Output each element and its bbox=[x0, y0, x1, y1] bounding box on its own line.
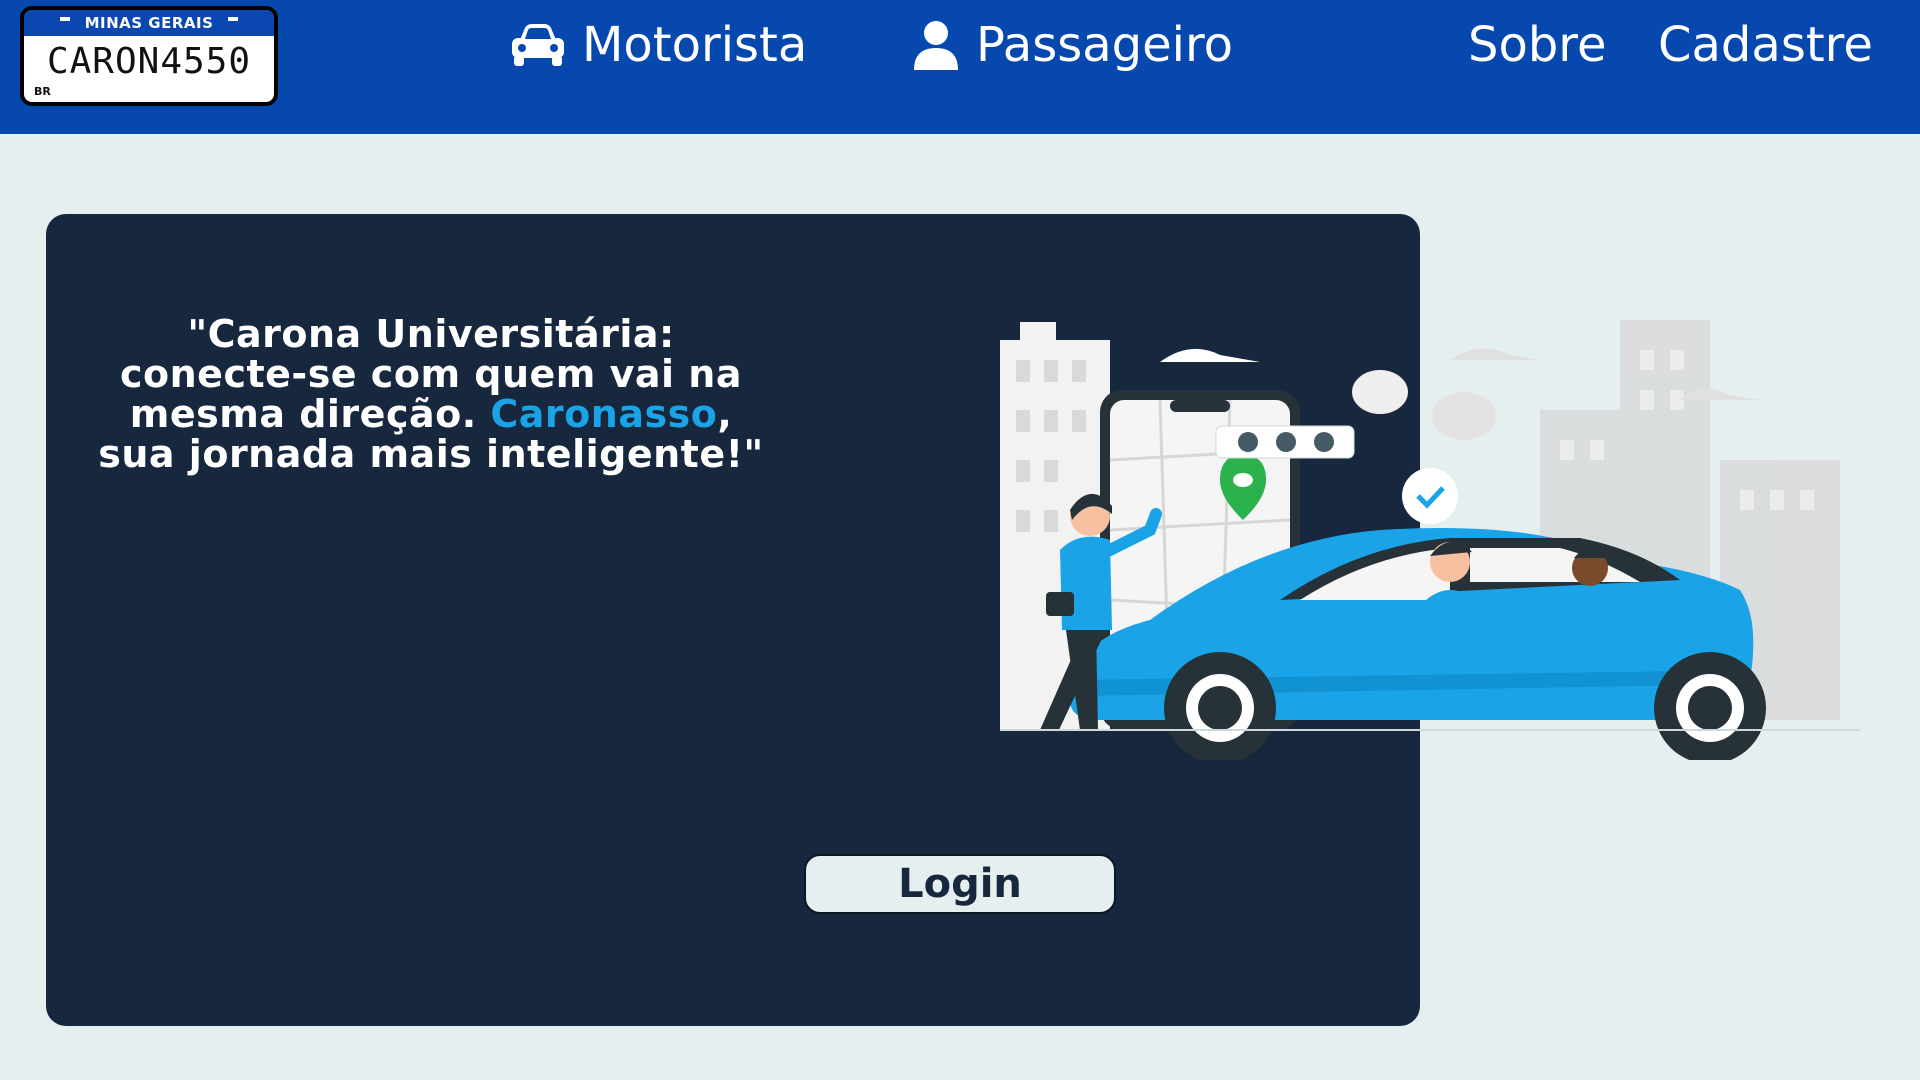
hero-quote: "Carona Universitária: conecte-se com qu… bbox=[96, 314, 766, 474]
top-navbar: MINAS GERAIS CARON4550 BR Motorista Pass… bbox=[0, 0, 1920, 134]
nav-sobre[interactable]: Sobre bbox=[1468, 0, 1607, 90]
nav-motorista[interactable]: Motorista bbox=[510, 0, 807, 90]
plate-country: BR bbox=[34, 85, 51, 98]
brand-name: Caronasso bbox=[490, 392, 718, 436]
car-icon bbox=[510, 22, 566, 68]
nav-passageiro[interactable]: Passageiro bbox=[912, 0, 1233, 90]
login-button[interactable]: Login bbox=[804, 854, 1116, 914]
carpool-illustration bbox=[1000, 320, 1860, 760]
nav-motorista-label: Motorista bbox=[582, 17, 808, 73]
plate-state-label: MINAS GERAIS bbox=[24, 10, 274, 36]
nav-passageiro-label: Passageiro bbox=[976, 17, 1234, 73]
plate-number: CARON4550 bbox=[46, 41, 252, 82]
logo-license-plate[interactable]: MINAS GERAIS CARON4550 BR bbox=[20, 6, 278, 106]
nav-cadastre[interactable]: Cadastre bbox=[1658, 0, 1873, 90]
user-icon bbox=[912, 20, 960, 70]
